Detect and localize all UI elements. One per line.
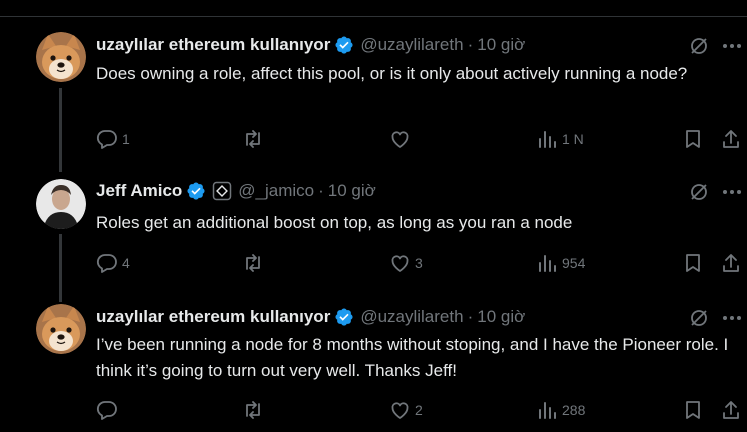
- bookmark-button[interactable]: [682, 128, 704, 150]
- user-handle[interactable]: @_jamico: [238, 181, 314, 201]
- timestamp[interactable]: 10 giờ: [477, 307, 525, 327]
- bookmark-icon: [686, 401, 700, 419]
- grok-icon[interactable]: [688, 35, 710, 57]
- retweet-button[interactable]: [242, 399, 268, 421]
- reply-icon: [96, 254, 117, 273]
- views-bar-chart-icon: [539, 402, 556, 419]
- like-button[interactable]: [389, 128, 415, 150]
- view-count: 1 N: [562, 131, 584, 147]
- display-name[interactable]: uzaylılar ethereum kullanıyor: [96, 307, 330, 327]
- verified-badge-icon: [186, 181, 206, 201]
- tweet-actions: 2 288: [96, 399, 747, 421]
- share-icon: [723, 254, 739, 272]
- view-count: 288: [562, 402, 586, 418]
- tweet-actions: 1 1 N: [96, 128, 747, 150]
- reply-icon: [96, 130, 117, 149]
- tweet-text: Does owning a role, affect this pool, or…: [96, 64, 688, 83]
- user-handle[interactable]: @uzaylilareth: [360, 35, 463, 55]
- like-count: 3: [415, 255, 423, 271]
- reply-icon: [96, 401, 117, 420]
- like-button[interactable]: 2: [389, 399, 423, 421]
- views-bar-chart-icon: [539, 255, 556, 272]
- affiliation-badge-icon[interactable]: [212, 181, 232, 201]
- grok-icon[interactable]: [688, 307, 710, 329]
- share-button[interactable]: [720, 128, 742, 150]
- man-portrait-avatar: [36, 179, 86, 229]
- timestamp[interactable]: 10 giờ: [328, 181, 376, 201]
- views-button[interactable]: 1 N: [536, 128, 584, 150]
- more-options-icon[interactable]: [720, 181, 744, 203]
- like-button[interactable]: 3: [389, 252, 423, 274]
- bookmark-button[interactable]: [682, 399, 704, 421]
- reply-button[interactable]: 1: [96, 128, 130, 150]
- views-bar-chart-icon: [539, 131, 556, 148]
- avatar[interactable]: [36, 304, 86, 354]
- tweet-text: Roles get an additional boost on top, as…: [96, 213, 573, 232]
- verified-badge-icon: [334, 307, 354, 327]
- tweet-header: Jeff Amico @_jamico · 10 giờ: [96, 180, 376, 202]
- share-icon: [723, 130, 739, 148]
- bookmark-button[interactable]: [682, 252, 704, 274]
- retweet-button[interactable]: [242, 128, 268, 150]
- more-options-icon[interactable]: [720, 35, 744, 57]
- tweet[interactable]: uzaylılar ethereum kullanıyor @uzaylilar…: [0, 300, 747, 432]
- tweet-header: uzaylılar ethereum kullanıyor @uzaylilar…: [96, 34, 525, 56]
- share-button[interactable]: [720, 399, 742, 421]
- views-button[interactable]: 954: [536, 252, 585, 274]
- separator-dot: ·: [467, 307, 474, 326]
- retweet-icon: [246, 130, 260, 148]
- more-options-icon[interactable]: [720, 307, 744, 329]
- tweet[interactable]: Jeff Amico @_jamico · 10 giờ Roles get a…: [0, 160, 747, 300]
- views-button[interactable]: 288: [536, 399, 585, 421]
- reply-button[interactable]: [96, 399, 122, 421]
- display-name[interactable]: Jeff Amico: [96, 181, 182, 201]
- user-handle[interactable]: @uzaylilareth: [360, 307, 463, 327]
- tweet-actions: 4 3 954: [96, 252, 747, 274]
- verified-badge-icon: [334, 35, 354, 55]
- bookmark-icon: [686, 254, 700, 272]
- share-button[interactable]: [720, 252, 742, 274]
- like-count: 2: [415, 402, 423, 418]
- shiba-dog-avatar: [36, 304, 86, 354]
- avatar[interactable]: [36, 32, 86, 82]
- separator-dot: ·: [467, 35, 474, 54]
- grok-icon[interactable]: [688, 181, 710, 203]
- retweet-icon: [246, 254, 260, 272]
- reply-button[interactable]: 4: [96, 252, 130, 274]
- timestamp[interactable]: 10 giờ: [477, 35, 525, 55]
- shiba-dog-avatar: [36, 32, 86, 82]
- reply-count: 4: [122, 255, 130, 271]
- heart-icon: [391, 402, 409, 419]
- tweet-header: uzaylılar ethereum kullanıyor @uzaylilar…: [96, 306, 525, 328]
- view-count: 954: [562, 255, 586, 271]
- heart-icon: [391, 131, 409, 148]
- bookmark-icon: [686, 130, 700, 148]
- display-name[interactable]: uzaylılar ethereum kullanıyor: [96, 35, 330, 55]
- reply-count: 1: [122, 131, 130, 147]
- heart-icon: [391, 255, 409, 272]
- retweet-button[interactable]: [242, 252, 268, 274]
- share-icon: [723, 401, 739, 419]
- avatar[interactable]: [36, 179, 86, 229]
- tweet-text: I’ve been running a node for 8 months wi…: [96, 335, 729, 380]
- retweet-icon: [246, 401, 260, 419]
- tweet[interactable]: uzaylılar ethereum kullanıyor @uzaylilar…: [0, 0, 747, 160]
- separator-dot: ·: [318, 181, 324, 200]
